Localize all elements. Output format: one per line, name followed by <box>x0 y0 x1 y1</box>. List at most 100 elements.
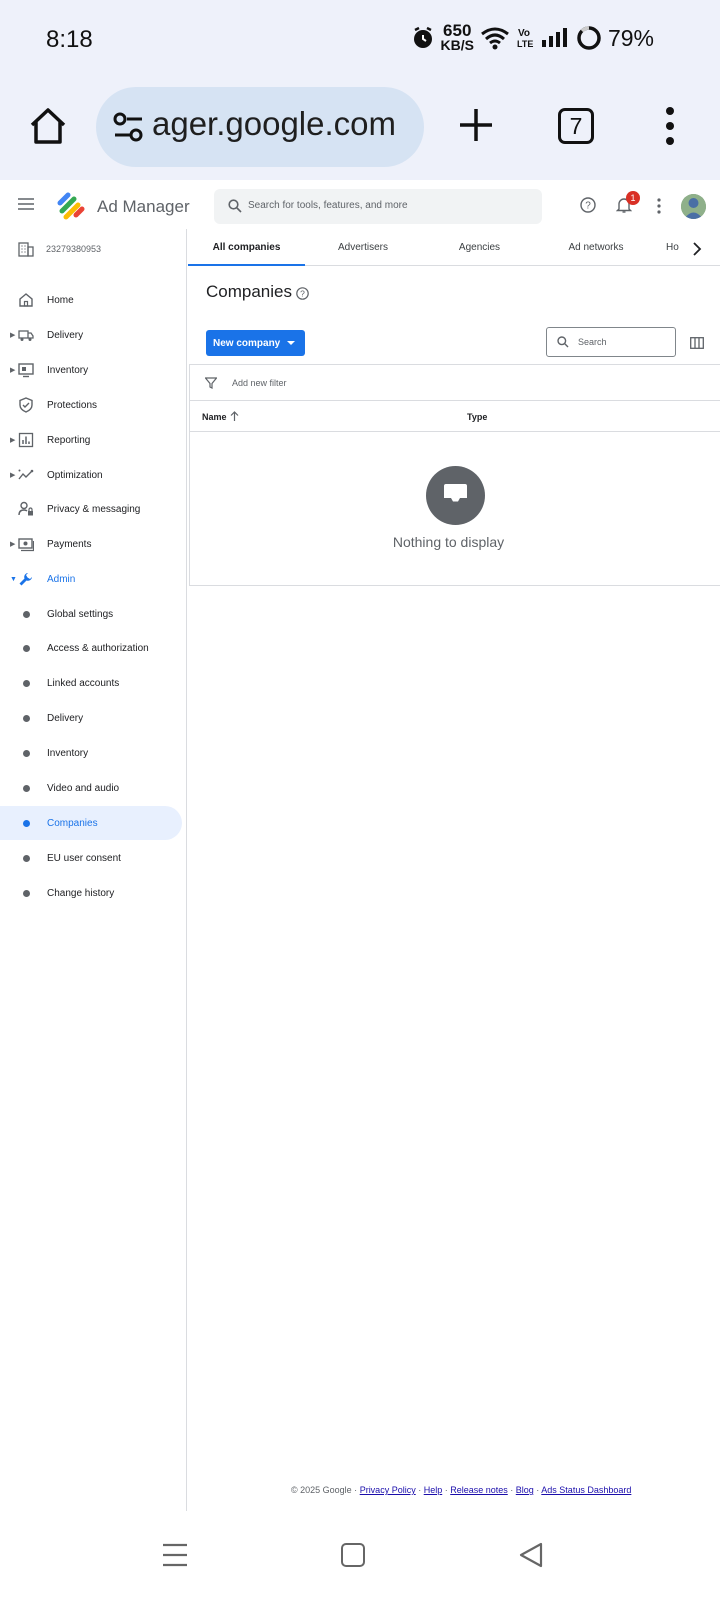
new-company-label: New company <box>213 337 281 349</box>
table-search-input[interactable]: Search <box>546 327 676 357</box>
browser-toolbar: ager.google.com 7 <box>0 80 720 180</box>
help-icon[interactable]: ? <box>580 197 596 213</box>
column-header-type[interactable]: Type <box>467 412 487 422</box>
sidebar-subitem-eu-user-consent[interactable]: EU user consent <box>0 841 182 875</box>
browser-menu-icon[interactable] <box>660 106 680 146</box>
home-button[interactable] <box>341 1543 365 1567</box>
sidebar-item-delivery[interactable]: ▶ Delivery <box>0 318 182 352</box>
wrench-icon <box>19 573 32 586</box>
companies-table: Add new filter Name Type Nothing to disp… <box>189 364 720 586</box>
tabs-scroll-right-button[interactable] <box>686 234 720 262</box>
sidebar-subitem-label: Delivery <box>47 712 84 724</box>
sidebar: 23279380953 Home ▶ Delivery ▶ Inventory … <box>0 229 187 1511</box>
sidebar-subitem-delivery[interactable]: Delivery <box>0 701 182 735</box>
tab-all-companies[interactable]: All companies <box>188 234 305 266</box>
app-header: Ad Manager Search for tools, features, a… <box>0 185 720 229</box>
tab-ad-networks[interactable]: Ad networks <box>538 234 654 266</box>
search-placeholder: Search for tools, features, and more <box>248 200 408 211</box>
sidebar-subitem-video-audio[interactable]: Video and audio <box>0 771 182 805</box>
sidebar-item-reporting[interactable]: ▶ Reporting <box>0 423 182 457</box>
filter-icon <box>205 377 217 389</box>
sidebar-subitem-access-authorization[interactable]: Access & authorization <box>0 631 182 665</box>
home-icon <box>19 293 33 307</box>
sidebar-item-label: Delivery <box>47 329 84 341</box>
new-company-button[interactable]: New company <box>206 330 305 356</box>
sidebar-subitem-linked-accounts[interactable]: Linked accounts <box>0 666 182 700</box>
footer-link-release-notes[interactable]: Release notes <box>450 1485 508 1495</box>
filter-placeholder: Add new filter <box>232 378 287 388</box>
back-icon[interactable] <box>519 1542 543 1568</box>
tab-switcher-button[interactable]: 7 <box>558 108 594 144</box>
bullet-icon <box>23 819 30 827</box>
sidebar-subitem-label: Video and audio <box>47 782 120 794</box>
bullet-icon <box>23 889 30 897</box>
notification-badge: 1 <box>626 191 640 205</box>
new-tab-icon[interactable] <box>458 107 494 143</box>
global-search-input[interactable]: Search for tools, features, and more <box>214 189 542 224</box>
search-icon <box>557 336 569 348</box>
help-icon[interactable]: ? <box>296 287 309 300</box>
sidebar-item-admin[interactable]: ▼ Admin <box>0 562 182 596</box>
main-menu-icon[interactable] <box>18 197 34 211</box>
url-bar[interactable]: ager.google.com <box>96 87 424 167</box>
url-text[interactable]: ager.google.com <box>152 105 396 143</box>
app-title: Ad Manager <box>97 197 190 216</box>
payments-icon <box>18 538 34 552</box>
tab-advertisers[interactable]: Advertisers <box>305 234 421 266</box>
footer-link-ads-status[interactable]: Ads Status Dashboard <box>541 1485 631 1495</box>
system-nav-bar <box>0 1512 720 1600</box>
sidebar-subitem-global-settings[interactable]: Global settings <box>0 597 182 631</box>
sidebar-item-label: Admin <box>47 573 76 585</box>
sidebar-item-inventory[interactable]: ▶ Inventory <box>0 353 182 387</box>
tab-agencies[interactable]: Agencies <box>421 234 538 266</box>
company-type-tabs: All companies Advertisers Agencies Ad ne… <box>188 234 720 266</box>
recents-icon[interactable] <box>162 1542 188 1568</box>
column-header-name[interactable]: Name <box>202 412 227 422</box>
search-icon <box>228 199 242 213</box>
sidebar-item-optimization[interactable]: ▶ Optimization <box>0 458 182 492</box>
status-bar: 8:18 650 KB/S Vo LTE 79% <box>0 0 720 80</box>
sort-ascending-icon[interactable] <box>230 411 239 421</box>
footer-link-privacy[interactable]: Privacy Policy <box>360 1485 416 1495</box>
home-icon[interactable] <box>28 106 68 146</box>
trend-icon <box>18 469 34 480</box>
svg-text:LTE: LTE <box>517 39 533 49</box>
bullet-icon <box>23 784 30 792</box>
wifi-icon <box>481 27 509 50</box>
more-options-icon[interactable] <box>656 197 662 215</box>
footer-link-blog[interactable]: Blog <box>516 1485 534 1495</box>
site-settings-icon[interactable] <box>112 111 146 143</box>
sidebar-subitem-label: Inventory <box>47 747 89 759</box>
ad-manager-logo[interactable] <box>54 189 88 223</box>
columns-icon[interactable] <box>690 337 704 349</box>
inbox-icon <box>444 484 467 507</box>
sidebar-subitem-change-history[interactable]: Change history <box>0 876 182 910</box>
sidebar-item-home[interactable]: Home <box>0 283 182 317</box>
filter-bar[interactable]: Add new filter <box>190 365 720 401</box>
chevron-right-icon <box>693 242 702 256</box>
volte-icon: VoLTE <box>517 28 533 49</box>
bullet-icon <box>23 854 30 862</box>
network-selector[interactable]: 23279380953 <box>18 241 101 257</box>
footer-link-help[interactable]: Help <box>424 1485 443 1495</box>
sidebar-subitem-companies[interactable]: Companies <box>0 806 182 840</box>
status-time: 8:18 <box>46 26 93 53</box>
signal-icon <box>541 28 567 47</box>
collapse-caret-icon: ▼ <box>10 575 17 583</box>
sidebar-item-protections[interactable]: Protections <box>0 388 182 422</box>
building-icon <box>18 242 34 257</box>
sidebar-subitem-inventory[interactable]: Inventory <box>0 736 182 770</box>
sidebar-item-privacy-messaging[interactable]: Privacy & messaging <box>0 492 182 526</box>
sidebar-item-label: Optimization <box>47 469 103 481</box>
sidebar-item-payments[interactable]: ▶ Payments <box>0 527 182 561</box>
person-lock-icon <box>18 501 33 516</box>
battery-ring-icon <box>577 26 601 50</box>
sidebar-subitem-label: Access & authorization <box>47 642 149 654</box>
avatar[interactable] <box>681 194 706 219</box>
expand-caret-icon: ▶ <box>10 437 16 444</box>
sidebar-item-label: Privacy & messaging <box>47 503 141 515</box>
bar-chart-icon <box>18 432 34 448</box>
table-search-placeholder: Search <box>578 337 607 347</box>
inventory-icon <box>18 363 34 378</box>
bullet-icon <box>23 644 30 652</box>
